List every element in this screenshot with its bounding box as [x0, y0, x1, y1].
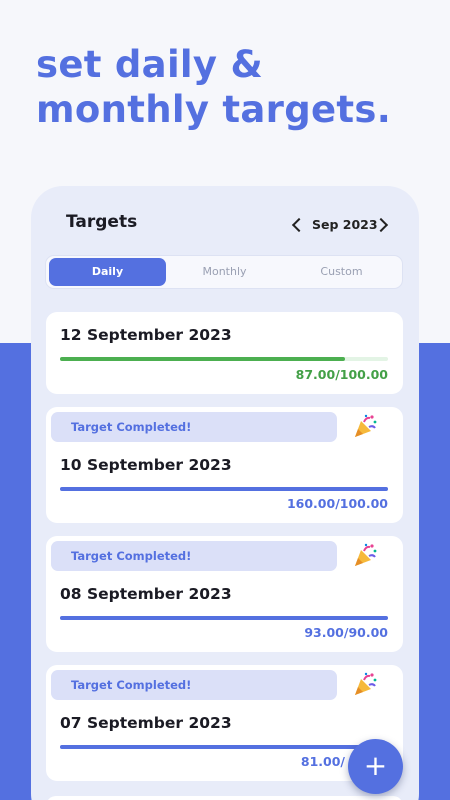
target-completed-banner: Target Completed!: [51, 670, 337, 700]
tab-daily[interactable]: Daily: [49, 258, 166, 286]
progress-fill: [60, 616, 388, 620]
target-date: 12 September 2023: [60, 326, 232, 344]
progress-track: [60, 745, 388, 749]
headline: set daily & monthly targets.: [36, 42, 391, 132]
tab-monthly[interactable]: Monthly: [166, 258, 283, 286]
month-label: Sep 2023: [312, 217, 378, 232]
progress-fill: [60, 745, 388, 749]
target-card: [46, 796, 403, 800]
target-value: 160.00/100.00: [286, 496, 388, 511]
headline-line-1: set daily &: [36, 43, 264, 86]
target-value: 93.00/90.00: [304, 625, 388, 640]
target-date: 07 September 2023: [60, 714, 232, 732]
party-popper-icon: [355, 414, 377, 437]
add-target-button[interactable]: +: [348, 739, 403, 794]
progress-fill: [60, 357, 346, 361]
progress-track: [60, 616, 388, 620]
target-card[interactable]: Target Completed! 08 September 2023 93.0…: [46, 536, 403, 652]
chevron-left-icon[interactable]: [291, 217, 307, 233]
top-bar: Targets Sep 2023: [66, 208, 396, 242]
target-completed-banner: Target Completed!: [51, 541, 337, 571]
target-date: 10 September 2023: [60, 456, 232, 474]
progress-track: [60, 487, 388, 491]
target-value: 81.00/: [300, 754, 345, 769]
period-tabs: Daily Monthly Custom: [45, 255, 403, 289]
target-date: 08 September 2023: [60, 585, 232, 603]
progress-fill: [60, 487, 388, 491]
target-card[interactable]: 12 September 2023 87.00/100.00: [46, 312, 403, 394]
target-completed-banner: Target Completed!: [51, 412, 337, 442]
target-card[interactable]: Target Completed! 10 September 2023 160.…: [46, 407, 403, 523]
progress-track: [60, 357, 388, 361]
party-popper-icon: [355, 543, 377, 566]
tab-custom[interactable]: Custom: [283, 258, 400, 286]
party-popper-icon: [355, 672, 377, 695]
page-title: Targets: [66, 212, 138, 232]
plus-icon: +: [363, 749, 388, 782]
headline-line-2: monthly targets.: [36, 88, 392, 131]
target-value: 87.00/100.00: [295, 367, 388, 382]
